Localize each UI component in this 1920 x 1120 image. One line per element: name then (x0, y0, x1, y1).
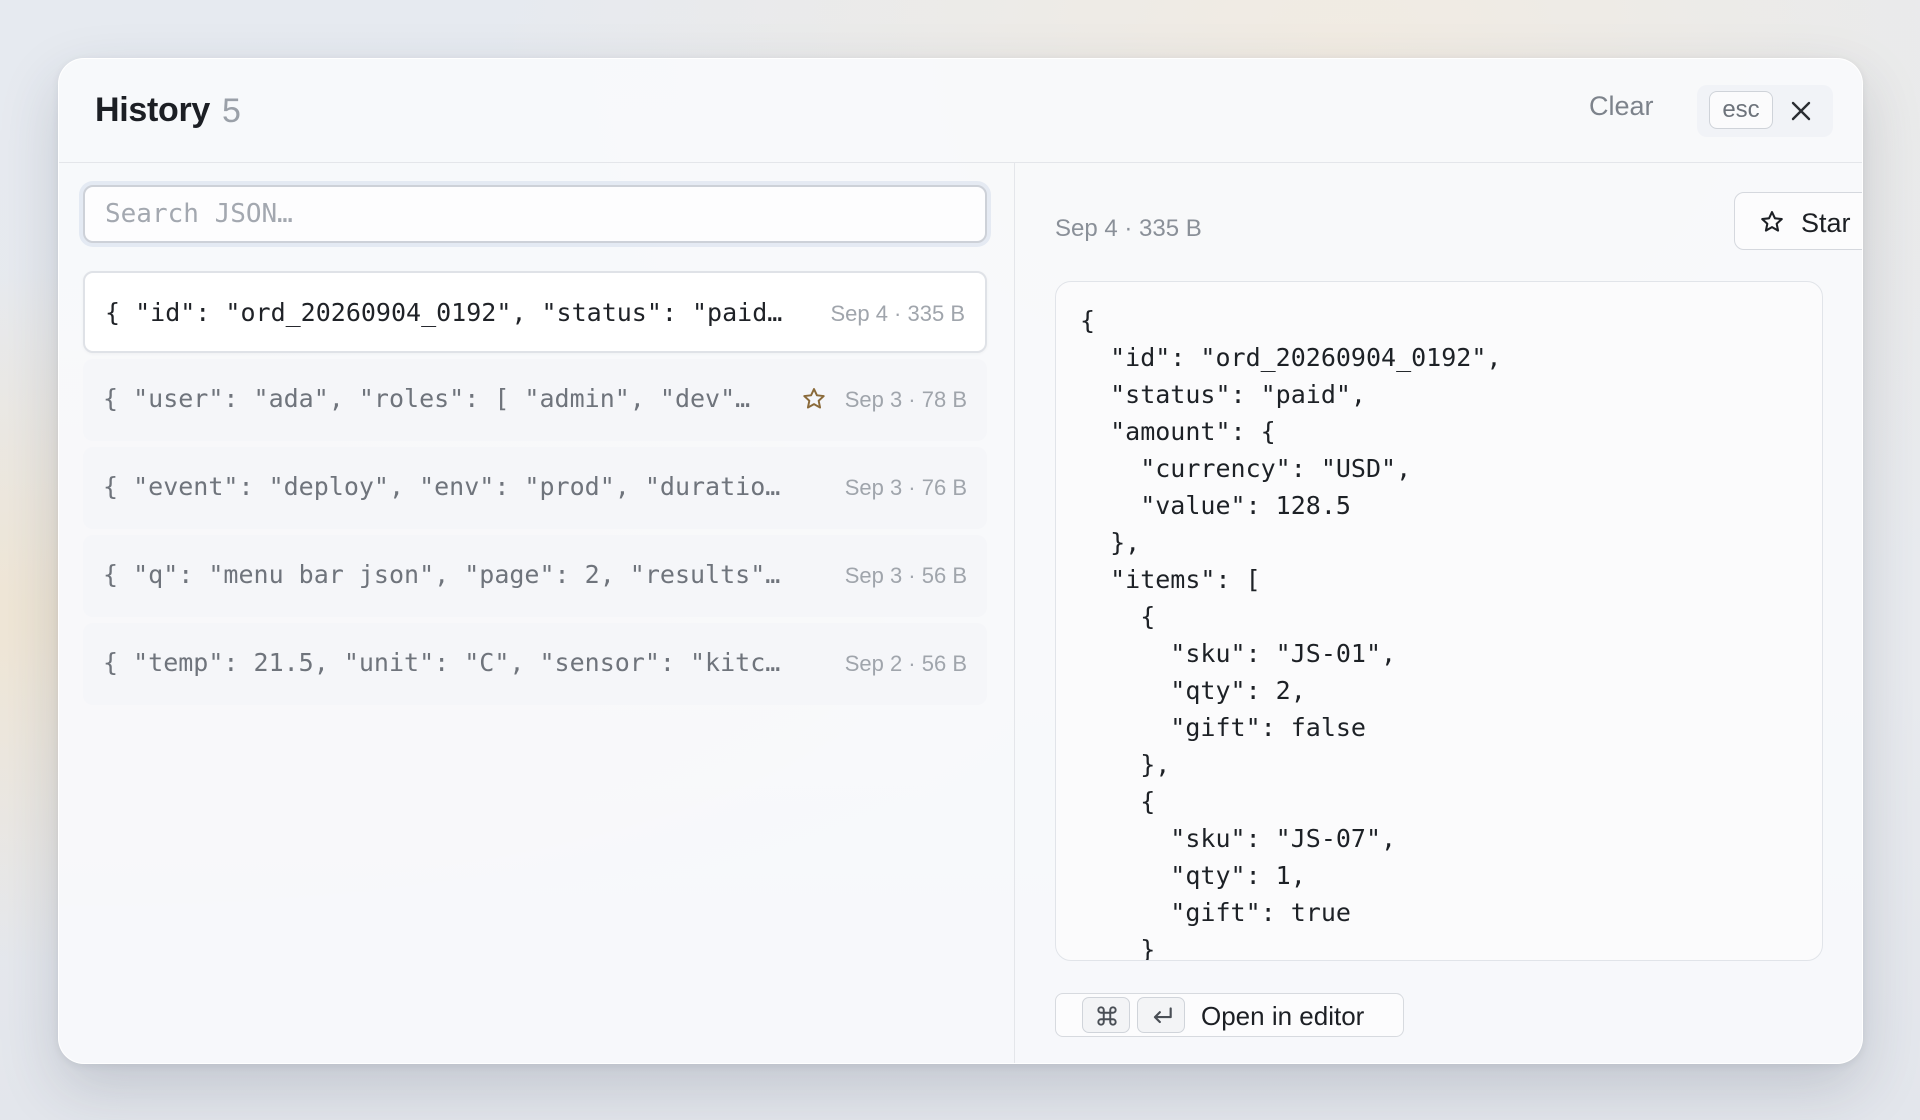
history-item-preview: { "q": "menu bar json", "page": 2, "resu… (103, 560, 793, 589)
modal-header: History 5 Clear esc (59, 59, 1862, 163)
json-code: { "id": "ord_20260904_0192", "status": "… (1080, 306, 1502, 961)
clear-button[interactable]: Clear (1589, 91, 1654, 122)
history-item-meta: Sep 4 · 335 B (830, 301, 965, 326)
esc-key-hint: esc (1709, 91, 1773, 129)
history-item-meta: Sep 2 · 56 B (844, 651, 967, 676)
history-item-meta: Sep 3 · 78 B (844, 387, 967, 412)
history-item-3[interactable]: { "event": "deploy", "env": "prod", "dur… (83, 447, 987, 529)
history-item-2[interactable]: { "user": "ada", "roles": [ "admin", "de… (83, 359, 987, 441)
star-button-label: Star (1801, 208, 1851, 238)
history-count: 5 (222, 92, 241, 130)
return-key-hint (1137, 997, 1185, 1033)
history-item-meta: Sep 3 · 76 B (844, 475, 967, 500)
modal-title: History (95, 91, 211, 129)
open-in-editor-button[interactable]: Open in editor (1055, 993, 1404, 1037)
detail-pane: Sep 4 · 335 B Star { "id": "ord_20260904… (1015, 163, 1862, 1063)
close-control[interactable]: esc (1697, 85, 1833, 137)
history-item-1[interactable]: { "id": "ord_20260904_0192", "status": "… (83, 271, 987, 353)
history-list-pane: { "id": "ord_20260904_0192", "status": "… (59, 163, 1015, 1063)
history-item-4[interactable]: { "q": "menu bar json", "page": 2, "resu… (83, 535, 987, 617)
history-item-preview: { "temp": 21.5, "unit": "C", "sensor": "… (103, 648, 793, 677)
json-preview[interactable]: { "id": "ord_20260904_0192", "status": "… (1055, 281, 1823, 961)
return-key-icon (1153, 1007, 1172, 1024)
star-icon (803, 388, 825, 409)
history-item-meta: Sep 3 · 56 B (844, 563, 967, 588)
close-icon[interactable] (1787, 97, 1815, 125)
star-icon (1761, 211, 1783, 232)
star-button[interactable]: Star (1734, 192, 1862, 250)
open-in-editor-label: Open in editor (1201, 1001, 1365, 1031)
history-list: { "id": "ord_20260904_0192", "status": "… (83, 271, 987, 711)
detail-meta: Sep 4 · 335 B (1055, 215, 1202, 242)
command-key-icon (1097, 1006, 1117, 1026)
history-item-preview: { "id": "ord_20260904_0192", "status": "… (105, 298, 795, 327)
search-input[interactable] (83, 185, 987, 243)
history-item-5[interactable]: { "temp": 21.5, "unit": "C", "sensor": "… (83, 623, 987, 705)
history-item-preview: { "user": "ada", "roles": [ "admin", "de… (103, 384, 753, 413)
history-item-preview: { "event": "deploy", "env": "prod", "dur… (103, 472, 793, 501)
command-key-hint (1082, 997, 1130, 1033)
history-modal: History 5 Clear esc { "id": "ord_2026090… (58, 58, 1863, 1064)
